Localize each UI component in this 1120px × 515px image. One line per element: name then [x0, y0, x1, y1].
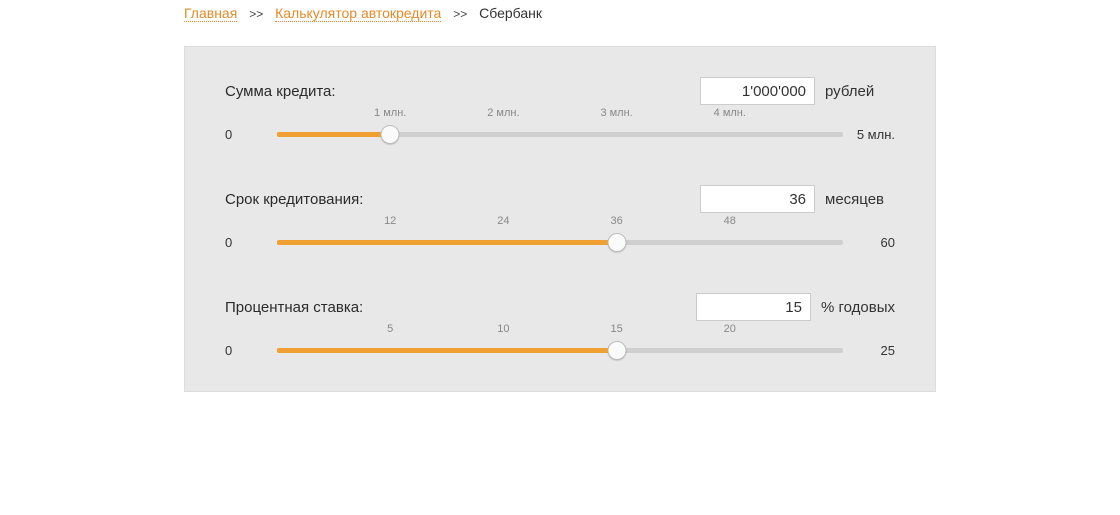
- rate-min: 0: [225, 343, 265, 358]
- slider-tick: 20: [724, 323, 736, 335]
- amount-unit: рублей: [825, 83, 895, 100]
- slider-tick: 15: [610, 323, 622, 335]
- term-min: 0: [225, 235, 265, 250]
- rate-slider-thumb[interactable]: [607, 341, 626, 360]
- amount-label: Сумма кредита:: [225, 83, 336, 100]
- term-unit: месяцев: [825, 191, 895, 208]
- calculator-panel: Сумма кредита: рублей 0 1 млн.2 млн.3 мл…: [184, 46, 936, 392]
- rate-input[interactable]: [696, 293, 811, 321]
- slider-tick: 10: [497, 323, 509, 335]
- term-slider-thumb[interactable]: [607, 233, 626, 252]
- slider-tick: 48: [724, 215, 736, 227]
- slider-tick: 1 млн.: [374, 107, 406, 119]
- slider-tick: 24: [497, 215, 509, 227]
- amount-row: Сумма кредита: рублей 0 1 млн.2 млн.3 мл…: [225, 77, 895, 145]
- amount-input[interactable]: [700, 77, 815, 105]
- amount-slider-thumb[interactable]: [381, 125, 400, 144]
- amount-max: 5 млн.: [855, 127, 895, 142]
- breadcrumb: Главная >> Калькулятор автокредита >> Сб…: [0, 0, 1120, 21]
- breadcrumb-calculator-link[interactable]: Калькулятор автокредита: [275, 5, 441, 22]
- rate-row: Процентная ставка: % годовых 0 5101520 2…: [225, 293, 895, 361]
- term-input[interactable]: [700, 185, 815, 213]
- breadcrumb-separator: >>: [241, 7, 271, 21]
- slider-tick: 5: [387, 323, 393, 335]
- amount-min: 0: [225, 127, 265, 142]
- slider-tick: 12: [384, 215, 396, 227]
- rate-max: 25: [855, 343, 895, 358]
- term-max: 60: [855, 235, 895, 250]
- breadcrumb-home-link[interactable]: Главная: [184, 5, 237, 22]
- slider-tick: 4 млн.: [714, 107, 746, 119]
- breadcrumb-separator: >>: [445, 7, 475, 21]
- term-slider[interactable]: 12243648: [277, 231, 843, 253]
- slider-tick: 3 млн.: [600, 107, 632, 119]
- breadcrumb-current: Сбербанк: [479, 5, 542, 21]
- rate-slider[interactable]: 5101520: [277, 339, 843, 361]
- amount-slider[interactable]: 1 млн.2 млн.3 млн.4 млн.: [277, 123, 843, 145]
- term-label: Срок кредитования:: [225, 191, 363, 208]
- rate-label: Процентная ставка:: [225, 299, 363, 316]
- term-row: Срок кредитования: месяцев 0 12243648 60: [225, 185, 895, 253]
- slider-tick: 36: [610, 215, 622, 227]
- slider-tick: 2 млн.: [487, 107, 519, 119]
- rate-unit: % годовых: [821, 299, 895, 316]
